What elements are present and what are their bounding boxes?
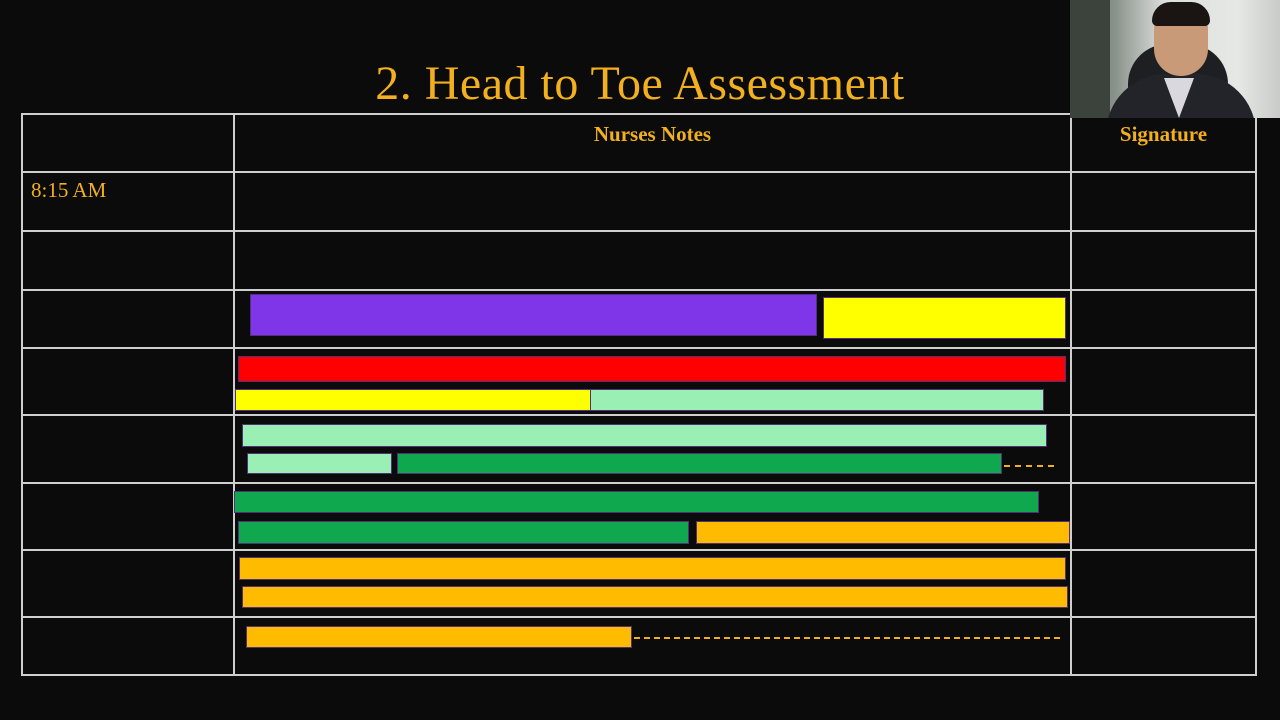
- highlight-bar-orange: [696, 521, 1070, 544]
- highlight-bar-purple: [250, 294, 817, 336]
- highlight-bar-red: [238, 356, 1066, 382]
- dashed-line: [1004, 465, 1054, 467]
- presenter-video-icon: [1070, 0, 1280, 118]
- highlight-bar-orange: [246, 626, 632, 648]
- highlight-bar-yellow: [823, 297, 1066, 339]
- highlight-bar-green: [397, 453, 1002, 474]
- table-rule: [21, 113, 23, 675]
- highlight-bar-orange: [239, 557, 1066, 580]
- highlight-bar-green: [238, 521, 689, 544]
- nurses-notes-header: Nurses Notes: [593, 122, 712, 146]
- highlight-bar-light-green: [590, 389, 1044, 411]
- time-cell: 8:15 AM: [31, 178, 107, 202]
- highlight-bar-green: [234, 491, 1039, 513]
- table-rule: [1255, 113, 1257, 675]
- time-column-header: [23, 113, 233, 171]
- dashed-line: [634, 637, 1060, 639]
- highlight-bar-light-green: [247, 453, 392, 474]
- highlight-bar-orange: [242, 586, 1068, 608]
- signature-header: Signature: [1119, 122, 1208, 146]
- table-rule: [1070, 113, 1072, 675]
- highlight-bar-light-green: [242, 424, 1047, 447]
- highlight-bar-yellow: [235, 389, 591, 411]
